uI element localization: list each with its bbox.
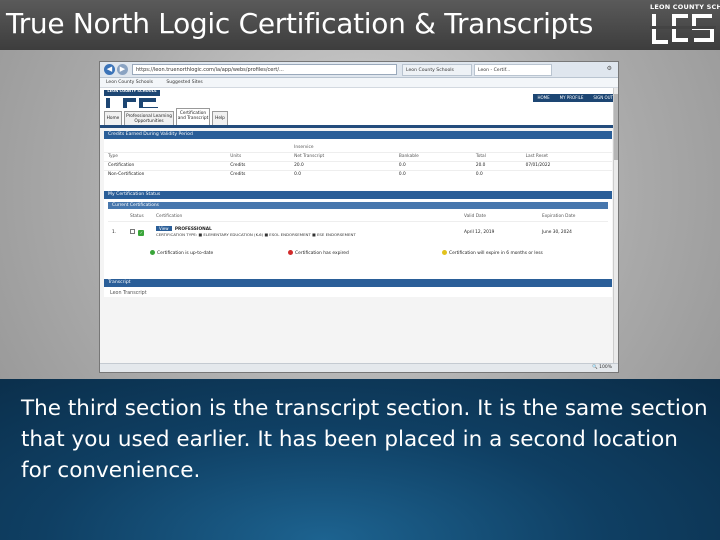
col-header: Status — [130, 213, 144, 219]
green-dot-icon — [150, 250, 155, 255]
main-menu: Home Professional Learning Opportunities… — [100, 108, 618, 128]
cell: 0.0 — [290, 169, 395, 179]
credits-section-title: Credits Earned During Validity Period — [104, 131, 612, 139]
row-index: 1. — [108, 220, 126, 243]
yellow-dot-icon — [442, 250, 447, 255]
certifications-table: Status Certification Valid Date Expirati… — [108, 212, 608, 243]
col-header: Units — [226, 151, 291, 161]
home-link[interactable]: HOME — [533, 94, 555, 102]
tab-professional-learning[interactable]: Professional Learning Opportunities — [124, 111, 174, 125]
slide-title-bar: True North Logic Certification & Transcr… — [0, 0, 720, 50]
table-header-row: Type Units Net Transcript Bankable Total… — [104, 151, 612, 161]
favorites-bar: Leon County Schools Suggested Sites — [100, 78, 618, 88]
group-header: Inservice — [294, 144, 314, 150]
col-header: Last Reset — [521, 151, 612, 161]
cell: 07/01/2022 — [521, 160, 612, 170]
legend-item: Certification is up-to-date — [150, 250, 213, 256]
zoom-level[interactable]: 100% — [599, 365, 612, 370]
address-bar[interactable]: https://leon.truenorthlogic.com/ia/app/w… — [132, 64, 397, 75]
browser-tab[interactable]: Leon County Schools — [402, 64, 472, 76]
col-header: Expiration Date — [542, 213, 576, 219]
col-header: Type — [104, 151, 227, 161]
certification-status-title: My Certification Status — [104, 191, 612, 199]
site-header: LEON COUNTY SCHOOLS HOME MY PROFILE SIGN… — [100, 88, 618, 123]
settings-icon[interactable]: ⚙ — [607, 65, 612, 72]
table-header-row: Status Certification Valid Date Expirati… — [108, 212, 608, 221]
my-profile-link[interactable]: MY PROFILE — [555, 94, 589, 102]
col-header: Valid Date — [464, 213, 486, 219]
cell: 0.0 — [471, 169, 522, 179]
cell: Credits — [226, 169, 291, 179]
status-legend: Certification is up-to-date Certificatio… — [104, 247, 612, 261]
red-dot-icon — [288, 250, 293, 255]
certification-detail: CERTIFICATION TYPE: ■ ELEMENTARY EDUCATI… — [156, 232, 356, 238]
transcript-section-title: Transcript — [104, 279, 612, 287]
logo-text: LEON COUNTY SCHOOLS — [650, 3, 720, 11]
cell — [521, 169, 612, 179]
user-links: HOME MY PROFILE SIGN OUT — [532, 94, 618, 102]
cell: Certification — [104, 160, 227, 170]
browser-tab-active[interactable]: Leon - Certif... — [474, 64, 552, 76]
page-scrollbar[interactable] — [613, 88, 618, 364]
expiration-date: June 30, 2024 — [538, 220, 608, 243]
slide-caption-area: The third section is the transcript sect… — [0, 379, 720, 540]
col-header: Bankable — [394, 151, 472, 161]
browser-tab-bar: ◀ ▶ https://leon.truenorthlogic.com/ia/a… — [100, 62, 618, 78]
current-certifications-title: Current Certifications — [108, 202, 608, 209]
col-header: Certification — [156, 213, 183, 219]
cell: 20.0 — [290, 160, 395, 170]
tab-home[interactable]: Home — [104, 111, 122, 125]
credits-table: Inservice Type Units Net Transcript Bank… — [104, 143, 612, 179]
tab-help[interactable]: Help — [212, 111, 228, 125]
legend-item: Certification has expired — [288, 250, 349, 256]
back-icon[interactable]: ◀ — [104, 64, 115, 75]
table-row: Certification Credits 20.0 0.0 20.0 07/0… — [104, 160, 612, 170]
leon-county-schools-logo: LEON COUNTY SCHOOLS — [650, 3, 720, 45]
slide-title: True North Logic Certification & Transcr… — [6, 7, 593, 40]
tab-certification-transcript[interactable]: Certification and Transcript — [176, 108, 210, 125]
site-logo-text: LEON COUNTY SCHOOLS — [107, 89, 157, 93]
status-up-to-date-icon: ✓ — [138, 229, 145, 236]
table-row: 1. ✓ View PROFESSIONAL CERTIFICATION TYP… — [108, 220, 608, 243]
scrollbar-thumb[interactable] — [614, 94, 618, 160]
favorite-link[interactable]: Leon County Schools — [106, 80, 153, 85]
valid-date: April 12, 2019 — [460, 220, 538, 243]
cell: 0.0 — [394, 169, 472, 179]
col-header: Net Transcript — [290, 151, 395, 161]
favorite-link[interactable]: Suggested Sites — [166, 80, 202, 85]
cell: 20.0 — [471, 160, 522, 170]
legend-item: Certification will expire in 6 months or… — [442, 250, 543, 256]
table-row: Non-Certification Credits 0.0 0.0 0.0 — [104, 169, 612, 179]
view-button[interactable]: View — [156, 226, 172, 232]
browser-screenshot: ◀ ▶ https://leon.truenorthlogic.com/ia/a… — [99, 61, 619, 373]
page-content: Credits Earned During Validity Period In… — [104, 131, 612, 297]
slide-caption: The third section is the transcript sect… — [21, 396, 708, 483]
cell: 0.0 — [394, 160, 472, 170]
transcript-subtitle: Leon Transcript — [110, 291, 147, 296]
expand-checkbox[interactable] — [130, 228, 135, 234]
browser-status-bar: 🔍 100% — [100, 363, 618, 372]
forward-icon[interactable]: ▶ — [117, 64, 128, 75]
cell: Credits — [226, 160, 291, 170]
col-header: Total — [471, 151, 522, 161]
cell: Non-Certification — [104, 169, 227, 179]
